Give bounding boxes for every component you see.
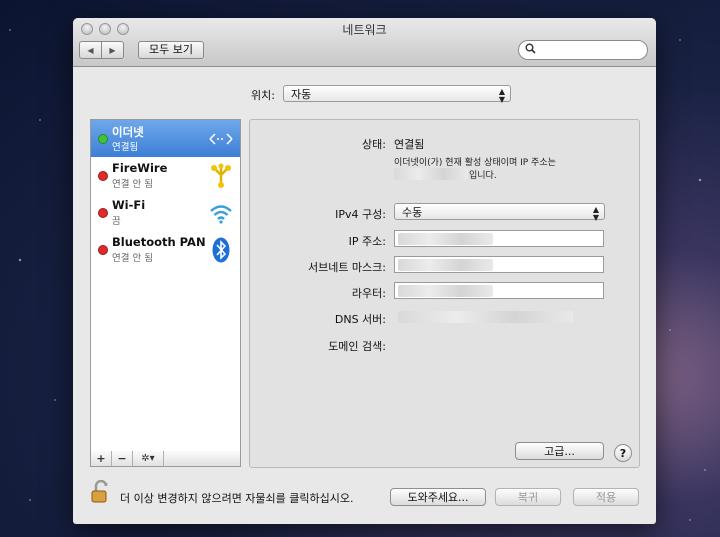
add-service-button[interactable]: + xyxy=(91,451,112,466)
ipv4-label: IPv4 구성: xyxy=(335,208,386,221)
chevron-right-icon: ▶ xyxy=(109,45,116,55)
service-status: 연결 안 됨 xyxy=(112,179,153,190)
service-name: Bluetooth PAN xyxy=(112,235,206,249)
location-label: 위치: xyxy=(251,89,275,102)
assist-me-button[interactable]: 도와주세요... xyxy=(390,488,486,506)
back-button[interactable]: ◀ xyxy=(79,41,102,59)
firewire-icon xyxy=(208,163,234,189)
service-item-bluetooth-pan[interactable]: Bluetooth PAN 연결 안 됨 xyxy=(91,231,240,268)
redacted-dns xyxy=(398,311,573,323)
chevron-left-icon: ◀ xyxy=(87,45,94,55)
ip-address-label: IP 주소: xyxy=(348,235,386,248)
redacted-value xyxy=(398,259,493,271)
service-status: 연결 안 됨 xyxy=(112,253,153,264)
status-label: 상태: xyxy=(362,138,386,151)
help-button[interactable]: ? xyxy=(614,444,632,462)
forward-button[interactable]: ▶ xyxy=(102,41,124,59)
service-list: 이더넷 연결됨 FireWire 연결 안 됨 Wi-Fi 끔 Bluetoot… xyxy=(90,119,241,452)
nav-buttons: ◀ ▶ xyxy=(79,41,124,59)
service-status: 끔 xyxy=(112,216,121,227)
service-detail-panel: 상태: 연결됨 이더넷이(가) 현재 활성 상태이며 IP 주소는 입니다. I… xyxy=(249,119,640,468)
title-bar: 네트워크 ◀ ▶ 모두 보기 xyxy=(73,18,656,67)
lock-icon[interactable] xyxy=(90,480,112,504)
apply-button[interactable]: 적용 xyxy=(573,488,639,506)
location-value: 자동 xyxy=(291,88,312,101)
subnet-mask-field[interactable] xyxy=(394,256,604,273)
search-icon xyxy=(525,43,536,54)
ip-address-field[interactable] xyxy=(394,230,604,247)
service-name: FireWire xyxy=(112,161,168,175)
redacted-ip xyxy=(394,168,468,180)
status-dot xyxy=(98,134,108,144)
router-label: 라우터: xyxy=(351,287,386,300)
router-field[interactable] xyxy=(394,282,604,299)
search-input[interactable] xyxy=(518,40,648,60)
lock-message: 더 이상 변경하지 않으려면 자물쇠를 클릭하십시오. xyxy=(120,492,354,505)
service-status: 연결됨 xyxy=(112,142,139,153)
location-select[interactable]: 자동 ▲ ▼ xyxy=(283,85,511,104)
service-list-toolbar: + − ✲▾ xyxy=(90,451,241,467)
advanced-button[interactable]: 고급... xyxy=(515,442,604,460)
show-all-button[interactable]: 모두 보기 xyxy=(138,41,204,59)
window-title: 네트워크 xyxy=(342,23,387,37)
redacted-value xyxy=(398,285,493,297)
status-description: 이더넷이(가) 현재 활성 상태이며 IP 주소는 xyxy=(394,158,556,168)
service-name: 이더넷 xyxy=(112,125,144,139)
remove-service-button[interactable]: − xyxy=(112,451,133,466)
service-item-wifi[interactable]: Wi-Fi 끔 xyxy=(91,194,240,231)
service-item-firewire[interactable]: FireWire 연결 안 됨 xyxy=(91,157,240,194)
status-description-end: 입니다. xyxy=(469,171,497,181)
revert-button[interactable]: 복귀 xyxy=(495,488,561,506)
service-item-ethernet[interactable]: 이더넷 연결됨 xyxy=(91,120,240,157)
redacted-value xyxy=(398,233,493,245)
service-name: Wi-Fi xyxy=(112,198,146,212)
status-value: 연결됨 xyxy=(394,138,425,151)
search-domains-label: 도메인 검색: xyxy=(328,340,386,353)
status-dot xyxy=(98,208,108,218)
select-arrows-icon: ▲ ▼ xyxy=(592,205,599,222)
ethernet-icon xyxy=(208,126,234,152)
status-dot xyxy=(98,171,108,181)
ipv4-config-select[interactable]: 수동 ▲ ▼ xyxy=(394,203,605,222)
subnet-mask-label: 서브네트 마스크: xyxy=(307,261,386,274)
status-dot xyxy=(98,245,108,255)
gear-menu-button[interactable]: ✲▾ xyxy=(133,451,164,466)
dns-server-label: DNS 서버: xyxy=(334,313,386,326)
select-arrows-icon: ▲ ▼ xyxy=(498,87,505,104)
ipv4-value: 수동 xyxy=(402,206,423,219)
bluetooth-icon xyxy=(208,237,234,263)
wifi-icon xyxy=(208,200,234,226)
network-preferences-window: 네트워크 ◀ ▶ 모두 보기 위치: 자동 ▲ ▼ 이더넷 연결됨 FireWi… xyxy=(73,18,656,524)
